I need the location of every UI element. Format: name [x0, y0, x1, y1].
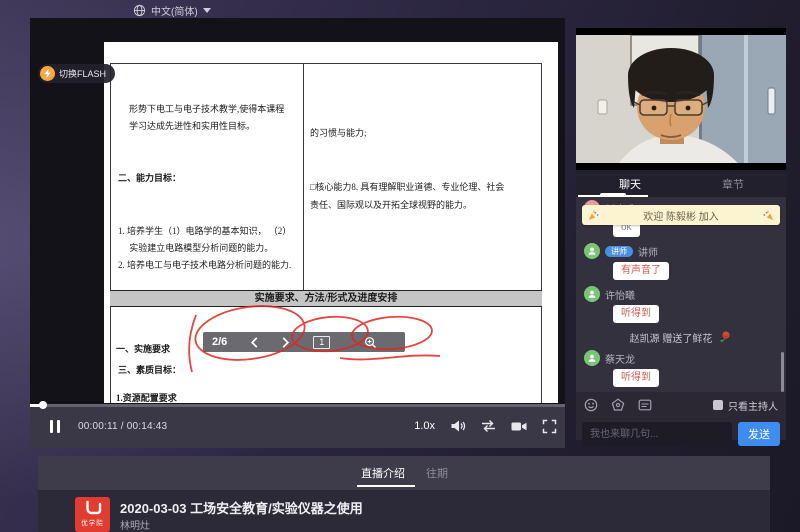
flash-icon — [40, 66, 55, 81]
chat-panel: 聊天 章节 刘晓成 ok 欢迎 陈毅彬 加入 — [576, 170, 786, 440]
flower-icon — [718, 330, 732, 344]
user-name: 讲师 — [638, 244, 658, 259]
tab-chat[interactable]: 聊天 — [619, 176, 641, 192]
chat-tab-bar: 聊天 章节 — [576, 170, 786, 197]
lecturer-badge: 讲师 — [605, 246, 633, 257]
chat-toolbar: 只看主持人 — [576, 396, 786, 414]
doc-paragraph: 的习惯与能力; — [310, 124, 538, 142]
video-player: 形势下电工与电子技术教学,使得本课程 学习达成先进性和实用性目标。 二、能力目标… — [30, 18, 565, 448]
logo-glyph — [84, 500, 102, 516]
chat-input[interactable] — [582, 422, 732, 446]
page-indicator: 2/6 — [212, 336, 227, 348]
bottom-tab-strip: 直播介绍 往期 — [38, 456, 770, 490]
chat-bubble: 听得到 — [613, 369, 659, 387]
course-info-bar: 优学院 2020-03-03 工场安全教育/实验仪器之使用 林明灶 — [38, 490, 770, 532]
camera-icon[interactable] — [511, 420, 527, 433]
fullscreen-icon[interactable] — [542, 419, 557, 434]
gift-icon[interactable] — [611, 398, 625, 412]
gift-text: 赵凯源 赠送了鲜花 — [630, 330, 713, 345]
page-input[interactable] — [313, 336, 330, 349]
zoom-in-icon[interactable] — [364, 336, 377, 349]
user-name: 蔡天龙 — [605, 351, 635, 366]
chat-message-header: 讲师 讲师 — [584, 243, 778, 259]
logo-text: 优学院 — [81, 517, 104, 527]
switch-line-icon[interactable] — [481, 419, 496, 433]
send-button[interactable]: 发送 — [738, 422, 780, 446]
time-total: 00:14:43 — [127, 421, 168, 432]
presenter-video — [576, 28, 786, 170]
only-host-label: 只看主持人 — [728, 398, 778, 413]
chat-bubble: 听得到 — [613, 305, 659, 323]
player-controls: 00:00:11 / 00:14:43 1.0x — [30, 404, 565, 448]
gift-message: 赵凯源 赠送了鲜花 — [584, 329, 778, 345]
time-current: 00:00:11 — [78, 421, 118, 432]
globe-icon — [133, 4, 146, 17]
volume-icon[interactable] — [450, 419, 466, 433]
user-avatar — [584, 243, 600, 259]
only-host-toggle[interactable]: 只看主持人 — [713, 398, 778, 413]
chat-input-row: 发送 — [576, 422, 786, 446]
pause-button[interactable] — [50, 420, 60, 433]
party-popper-icon — [763, 210, 774, 221]
chat-scrollbar[interactable] — [781, 352, 784, 392]
next-page-button[interactable] — [281, 336, 291, 349]
welcome-banner: 欢迎 陈毅彬 加入 — [582, 205, 780, 225]
chevron-down-icon — [203, 8, 211, 13]
user-avatar — [584, 286, 600, 302]
doc-pager: 2/6 — [203, 332, 405, 352]
doc-body: 一、实施要求 1.资源配置要求 实验室须具备电源供应器、信号发生器、万用数字表、… — [116, 308, 546, 403]
language-label: 中文(简体) — [151, 3, 198, 18]
presenter-name: 林明灶 — [120, 517, 150, 532]
switch-flash-button[interactable]: 切换FLASH — [38, 64, 115, 83]
chat-bubble: 有声音了 — [613, 262, 669, 280]
chat-message-header: 许怡曦 — [584, 286, 778, 302]
chat-message-header: 蔡天龙 — [584, 350, 778, 366]
chat-messages: 刘晓成 ok 欢迎 陈毅彬 加入 讲师 讲师 有声音了 — [576, 197, 786, 392]
user-name: 许怡曦 — [605, 287, 635, 302]
switch-flash-label: 切换FLASH — [59, 67, 106, 80]
tab-past-sessions[interactable]: 往期 — [426, 465, 448, 481]
presenter-webcam — [576, 28, 786, 170]
image-icon[interactable] — [638, 398, 652, 412]
uxueyuan-logo: 优学院 — [75, 497, 110, 532]
app-root: 中文(简体) 形势下电工与电子技术教学,使得本课程 学习达成先进性和实用性目标。… — [0, 0, 800, 532]
prev-page-button[interactable] — [249, 336, 259, 349]
welcome-text: 欢迎 陈毅彬 加入 — [643, 208, 719, 223]
progress-handle[interactable] — [39, 401, 47, 409]
table-divider — [303, 63, 304, 290]
doc-heading: 1.资源配置要求 — [116, 390, 546, 403]
table-border — [110, 63, 111, 403]
active-tab-underline — [357, 485, 415, 487]
tab-live-intro[interactable]: 直播介绍 — [361, 465, 405, 481]
language-selector[interactable]: 中文(简体) — [133, 3, 211, 18]
playback-speed-button[interactable]: 1.0x — [414, 420, 435, 432]
user-avatar — [584, 350, 600, 366]
course-title: 2020-03-03 工场安全教育/实验仪器之使用 — [120, 498, 363, 517]
doc-right-column: 的习惯与能力; □核心能力8. 具有理解职业道德、专业伦理、社会 责任、国际观以… — [310, 88, 538, 250]
table-border — [110, 63, 542, 64]
checkbox-icon[interactable] — [713, 400, 723, 410]
doc-paragraph: 1. 培养学生（1）电路学的基本知识， （2） 实验建立电路模型分析问题的能力。… — [118, 223, 301, 275]
emoji-icon[interactable] — [584, 398, 598, 412]
time-display: 00:00:11 / 00:14:43 — [78, 421, 167, 432]
doc-section-header: 实施要求、方法/形式及进度安排 — [110, 290, 542, 307]
document-slide: 形势下电工与电子技术教学,使得本课程 学习达成先进性和实用性目标。 二、能力目标… — [104, 42, 558, 403]
doc-paragraph: □核心能力8. 具有理解职业道德、专业伦理、社会 责任、国际观以及开拓全球视野的… — [310, 178, 538, 214]
party-popper-icon — [588, 210, 599, 221]
tab-chapters[interactable]: 章节 — [722, 176, 744, 192]
doc-heading: 二、能力目标： — [118, 170, 301, 187]
doc-paragraph: 形势下电工与电子技术教学,使得本课程 学习达成先进性和实用性目标。 — [118, 101, 301, 136]
